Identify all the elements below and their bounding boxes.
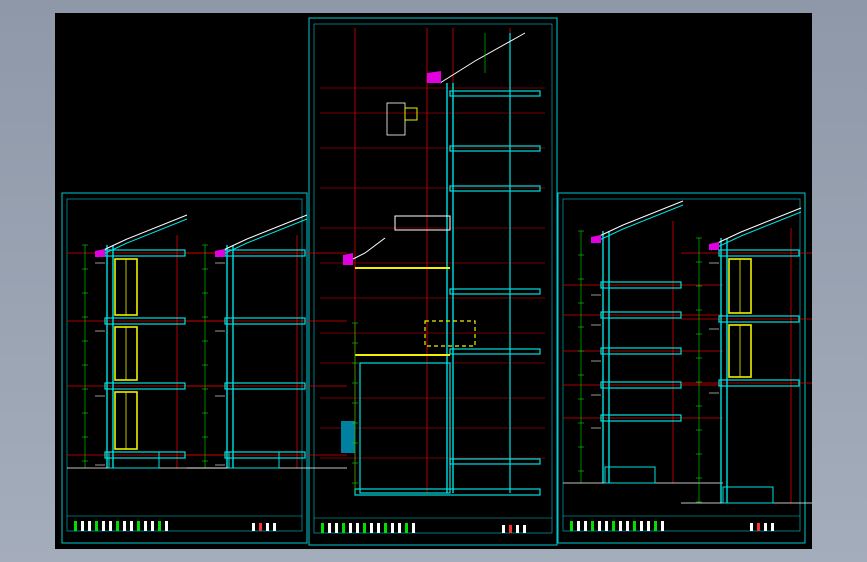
cad-drawing-viewport[interactable] xyxy=(55,13,812,549)
sheet-frame-right xyxy=(557,192,806,544)
sheet-frame-center xyxy=(308,17,558,546)
sheet-frame-left xyxy=(61,192,308,544)
building-section-center xyxy=(320,28,545,496)
wall-section-left-b xyxy=(187,214,347,469)
wall-section-right-b xyxy=(681,207,812,504)
cad-drawing xyxy=(61,17,812,546)
